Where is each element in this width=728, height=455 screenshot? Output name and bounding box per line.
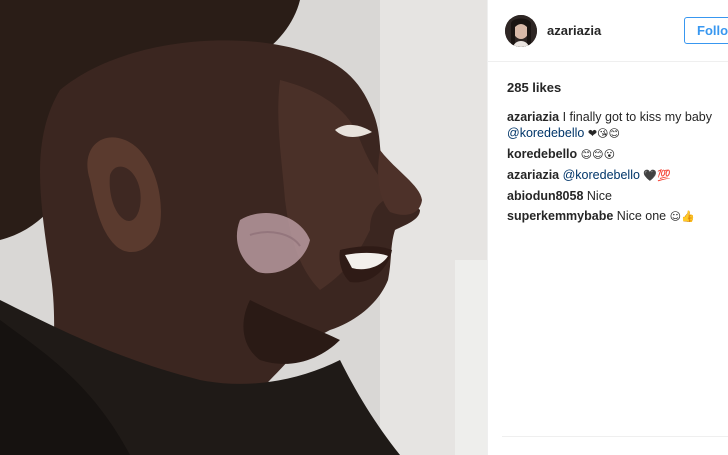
- likes-count[interactable]: 285 likes: [507, 80, 561, 95]
- comment-text: I finally got to kiss my baby: [562, 110, 712, 124]
- comment-emoji: 😊😊😮: [580, 148, 616, 161]
- comment: koredebello 😊😊😮: [507, 146, 722, 163]
- comments-list: azariazia I finally got to kiss my baby …: [507, 109, 722, 229]
- comment-username[interactable]: koredebello: [507, 147, 577, 161]
- comment: azariazia I finally got to kiss my baby …: [507, 109, 722, 142]
- comment-text: Nice: [586, 189, 612, 203]
- comment-username[interactable]: superkemmybabe: [507, 209, 613, 223]
- comment-emoji: 🖤💯: [643, 169, 671, 182]
- comment-mention[interactable]: @koredebello: [507, 126, 584, 140]
- comment-text: Nice one: [616, 209, 667, 223]
- author-username[interactable]: azariazia: [547, 23, 601, 38]
- avatar-image: [505, 14, 537, 47]
- author-avatar[interactable]: [505, 14, 537, 47]
- comment-emoji: ☺👍: [669, 210, 695, 223]
- photo-illustration: [0, 0, 487, 455]
- post-photo[interactable]: [0, 0, 487, 455]
- comment-emoji: ❤😘😊: [587, 127, 620, 140]
- comment: superkemmybabe Nice one ☺👍: [507, 208, 722, 225]
- divider: [502, 436, 728, 437]
- comment-username[interactable]: azariazia: [507, 168, 559, 182]
- post-details-panel: azariazia Follow 285 likes azariazia I f…: [487, 0, 728, 455]
- comment: abiodun8058 Nice: [507, 188, 722, 204]
- comment-username[interactable]: abiodun8058: [507, 189, 583, 203]
- post-header: azariazia Follow: [488, 0, 728, 62]
- comment: azariazia @koredebello 🖤💯: [507, 167, 722, 184]
- follow-button[interactable]: Follow: [684, 17, 728, 44]
- comment-mention[interactable]: @koredebello: [563, 168, 640, 182]
- comment-username[interactable]: azariazia: [507, 110, 559, 124]
